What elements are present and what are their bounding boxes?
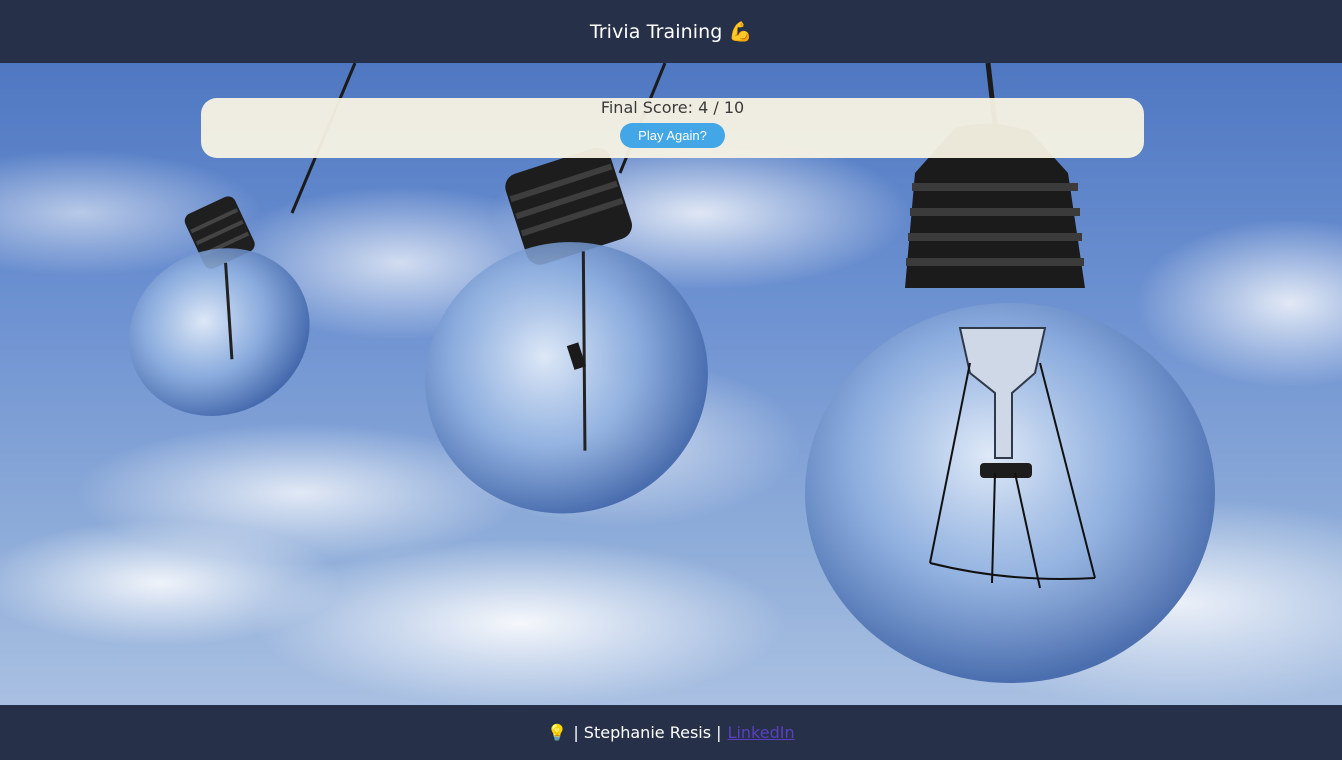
app-header: Trivia Training 💪 — [0, 0, 1342, 63]
flexed-biceps-icon: 💪 — [728, 21, 753, 43]
final-score-value: 4 / 10 — [698, 98, 745, 117]
final-score-label: Final Score: — [600, 98, 693, 117]
final-score: Final Score: 4 / 10 — [201, 99, 1144, 117]
footer-author-text: | Stephanie Resis | — [573, 723, 722, 742]
hero-background: Final Score: 4 / 10 Play Again? — [0, 63, 1342, 705]
app-title: Trivia Training — [589, 20, 723, 43]
lightbulb-icon: 💡 — [547, 723, 568, 742]
app-footer: 💡 | Stephanie Resis | LinkedIn — [0, 705, 1342, 760]
play-again-button[interactable]: Play Again? — [620, 123, 725, 148]
lightbulbs-photo — [128, 63, 1215, 683]
linkedin-link[interactable]: LinkedIn — [728, 723, 795, 742]
results-card: Final Score: 4 / 10 Play Again? — [201, 98, 1144, 158]
